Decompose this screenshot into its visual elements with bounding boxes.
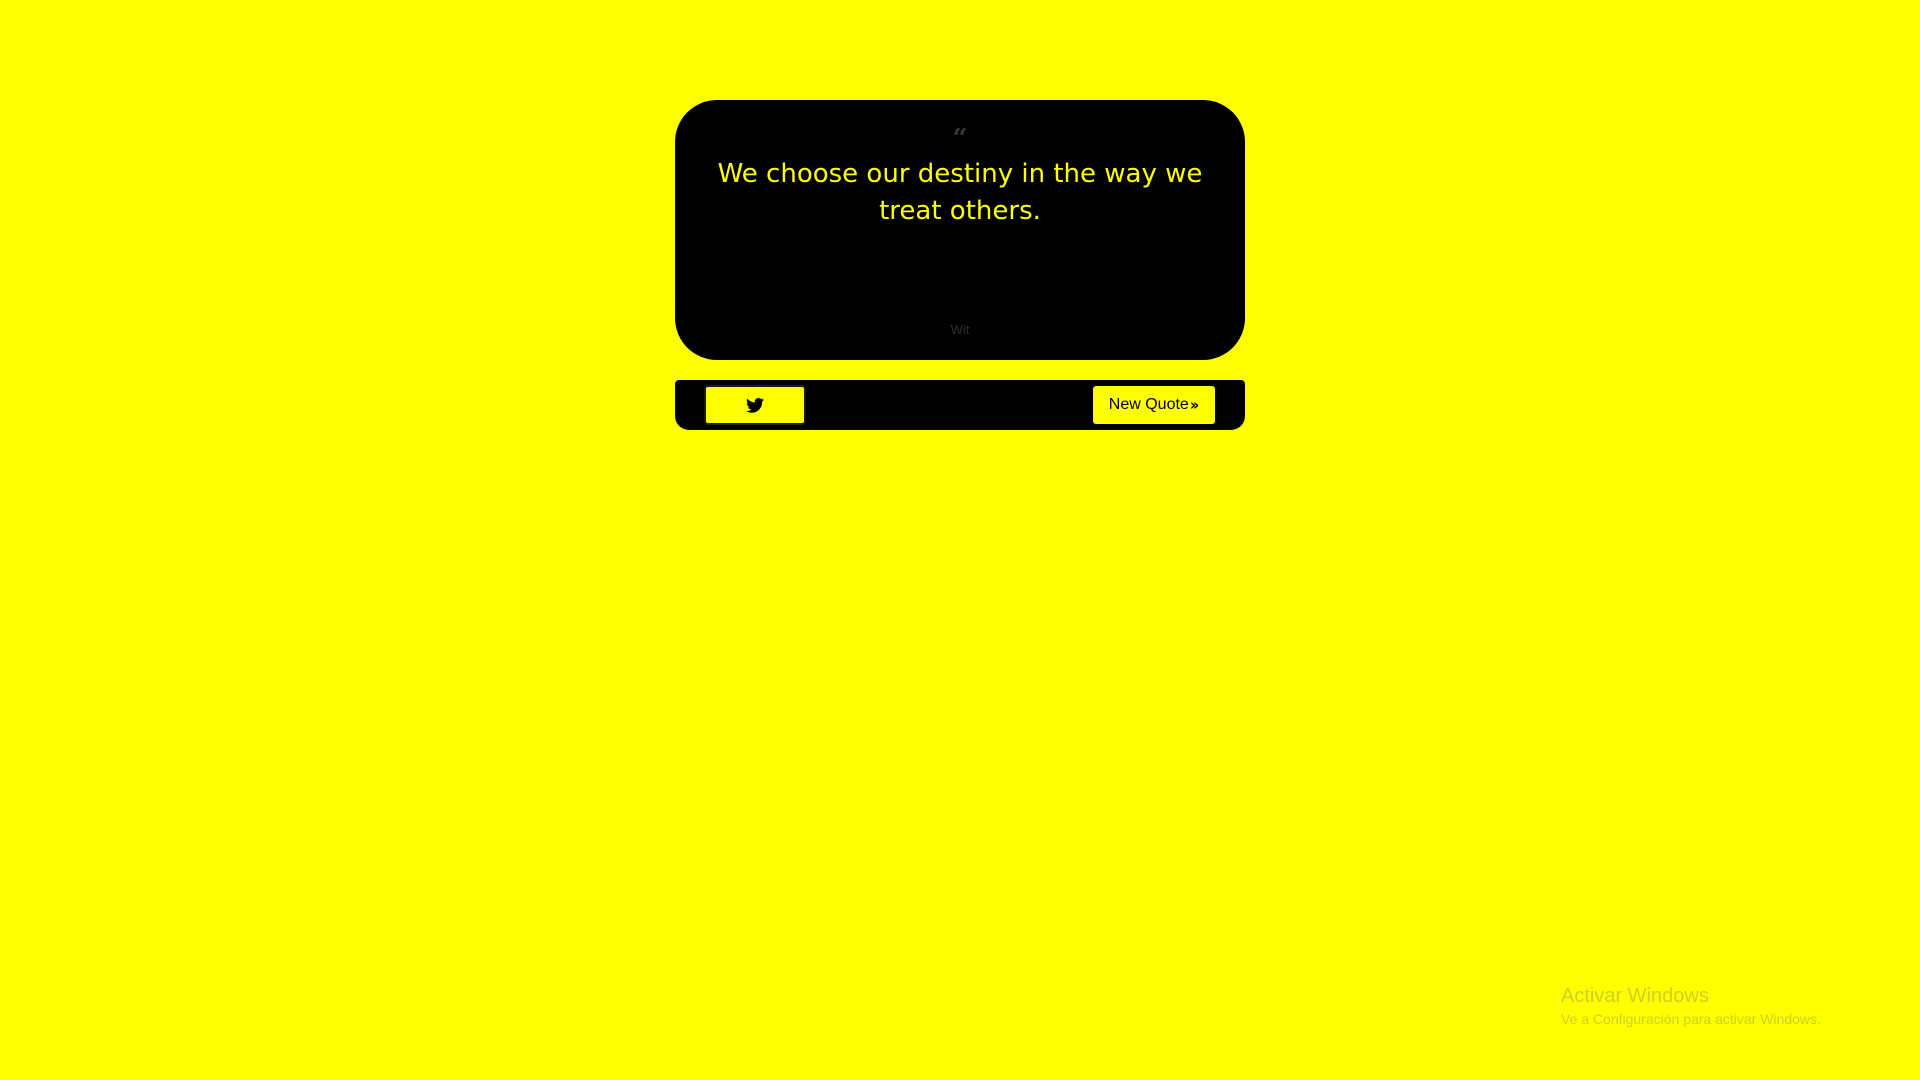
new-quote-label: New Quote bbox=[1108, 396, 1189, 413]
page: “ We choose our destiny in the way we tr… bbox=[0, 0, 1920, 1080]
watermark-title: Activar Windows bbox=[1561, 985, 1709, 1007]
activation-watermark: Activar Windows Ve a Configuración para … bbox=[1561, 983, 1821, 1029]
twitter-icon bbox=[746, 397, 764, 413]
quote-left-icon: “ bbox=[952, 126, 968, 150]
tweet-button[interactable] bbox=[704, 385, 806, 425]
quote-card: “ We choose our destiny in the way we tr… bbox=[675, 100, 1245, 360]
double-chevron-right-icon: ›› bbox=[1189, 396, 1200, 414]
quote-text: We choose our destiny in the way we trea… bbox=[717, 159, 1203, 226]
action-bar: New Quote ›› bbox=[675, 380, 1245, 430]
new-quote-button[interactable]: New Quote ›› bbox=[1093, 386, 1215, 424]
watermark-subtitle: Ve a Configuración para activar Windows. bbox=[1561, 1011, 1821, 1027]
quote-author: Wit bbox=[950, 322, 970, 337]
